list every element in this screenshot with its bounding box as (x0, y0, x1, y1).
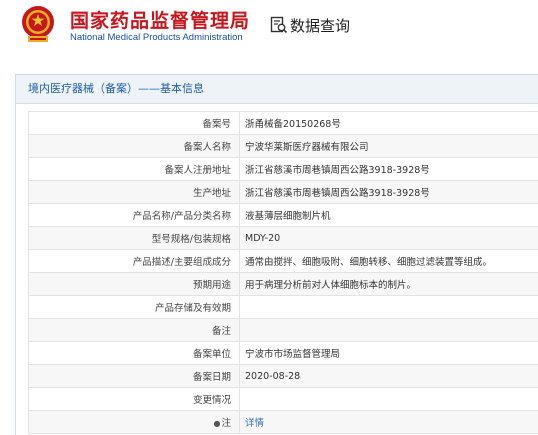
field-label: 产品描述/主要组成成分 (29, 250, 240, 273)
field-label: 预期用途 (29, 273, 240, 296)
table-row: 产品存储及有效期 (29, 296, 538, 319)
field-value: 用于病理分析前对人体细胞标本的制片。 (240, 273, 538, 296)
field-value: 浙江省慈溪市周巷镇周西公路3918-3928号 (240, 181, 538, 204)
table-row: 型号规格/包装规格 MDY-20 (29, 227, 538, 250)
table-row: 产品名称/产品分类名称 液基薄层细胞制片机 (29, 204, 538, 227)
org-name-cn: 国家药品监督管理局 (70, 6, 250, 33)
field-label: 备案人名称 (29, 135, 240, 158)
field-label: 型号规格/包装规格 (29, 227, 240, 250)
table-row: 变更情况 (29, 388, 538, 411)
field-value: 详情 (240, 411, 538, 434)
field-label: 变更情况 (29, 388, 240, 411)
field-value: 通常由搅拌、细胞吸附、细胞转移、细胞过滤装置等组成。 (240, 250, 538, 273)
table-row: 产品描述/主要组成成分 通常由搅拌、细胞吸附、细胞转移、细胞过滤装置等组成。 (29, 250, 538, 273)
record-info-table: 备案号 浙甬械备20150268号 备案人名称 宁波华莱斯医疗器械有限公司 备案… (28, 111, 538, 434)
table-row: 备案号 浙甬械备20150268号 (29, 112, 538, 135)
field-label: 生产地址 (29, 181, 240, 204)
table-row: ●注 详情 (29, 411, 538, 434)
field-value (240, 296, 538, 319)
field-label: 产品名称/产品分类名称 (29, 204, 240, 227)
field-value: MDY-20 (240, 227, 538, 250)
field-label-note: ●注 (29, 411, 240, 434)
table-row: 预期用途 用于病理分析前对人体细胞标本的制片。 (29, 273, 538, 296)
panel-title: 境内医疗器械（备案）——基本信息 (16, 75, 538, 104)
field-label: 备案日期 (29, 365, 240, 388)
table-row: 备案人注册地址 浙江省慈溪市周巷镇周西公路3918-3928号 (29, 158, 538, 181)
field-value: 浙甬械备20150268号 (240, 112, 538, 135)
data-query-link[interactable]: 数据查询 (290, 15, 350, 36)
org-name-en: National Medical Products Administration (70, 32, 243, 43)
site-header: 国家药品监督管理局 National Medical Products Admi… (0, 0, 538, 62)
field-value (240, 388, 538, 411)
details-link[interactable]: 详情 (245, 418, 264, 429)
field-value: 2020-08-28 (240, 365, 538, 388)
national-emblem-icon (21, 5, 55, 45)
field-label: 备案人注册地址 (29, 158, 240, 181)
field-value: 浙江省慈溪市周巷镇周西公路3918-3928号 (240, 158, 538, 181)
field-label: 备注 (29, 319, 240, 342)
tip-icon: ● (214, 419, 221, 428)
field-value (240, 319, 538, 342)
field-label: 备案号 (29, 112, 240, 135)
table-row: 生产地址 浙江省慈溪市周巷镇周西公路3918-3928号 (29, 181, 538, 204)
table-row: 备案人名称 宁波华莱斯医疗器械有限公司 (29, 135, 538, 158)
field-value: 宁波华莱斯医疗器械有限公司 (240, 135, 538, 158)
field-value: 宁波市市场监督管理局 (240, 342, 538, 365)
field-value: 液基薄层细胞制片机 (240, 204, 538, 227)
table-row: 备案日期 2020-08-28 (29, 365, 538, 388)
record-panel: 境内医疗器械（备案）——基本信息 备案号 浙甬械备20150268号 备案人名称… (15, 74, 538, 435)
search-document-icon[interactable] (270, 16, 288, 34)
table-row: 备注 (29, 319, 538, 342)
note-label: 注 (221, 418, 231, 429)
table-row: 备案单位 宁波市市场监督管理局 (29, 342, 538, 365)
field-label: 产品存储及有效期 (29, 296, 240, 319)
field-label: 备案单位 (29, 342, 240, 365)
